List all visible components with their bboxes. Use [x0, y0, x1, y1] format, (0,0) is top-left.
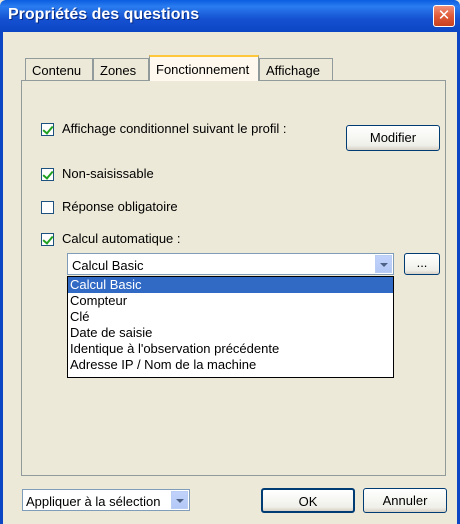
close-icon: ✕ — [437, 6, 451, 24]
dropdown-option[interactable]: Clé — [68, 309, 393, 325]
cancel-button-label: Annuler — [382, 493, 428, 508]
title-bar: Propriétés des questions ✕ — [0, 0, 460, 32]
required-label: Réponse obligatoire — [62, 199, 178, 214]
modify-button-label: Modifier — [369, 130, 417, 145]
calc-type-dropdown-list: Calcul Basic Compteur Clé Date de saisie… — [67, 276, 394, 378]
tab-label: Zones — [100, 63, 137, 78]
read-only-label: Non-saisissable — [62, 166, 154, 181]
tab-contenu[interactable]: Contenu — [25, 58, 93, 80]
calc-type-combo[interactable]: Calcul Basic — [67, 253, 394, 275]
conditional-display-checkbox[interactable] — [41, 123, 54, 136]
apply-scope-value: Appliquer à la sélection — [26, 494, 161, 509]
chevron-down-icon[interactable] — [375, 255, 392, 273]
chevron-down-icon[interactable] — [171, 491, 188, 509]
ellipsis-button[interactable]: ... — [404, 253, 440, 275]
tab-label: Fonctionnement — [156, 62, 250, 77]
tab-zones[interactable]: Zones — [93, 58, 149, 80]
ok-button-label: OK — [298, 494, 318, 509]
dropdown-option[interactable]: Identique à l'observation précédente — [68, 341, 393, 357]
modify-button[interactable]: Modifier — [346, 125, 440, 151]
dropdown-option[interactable]: Date de saisie — [68, 325, 393, 341]
auto-calc-checkbox[interactable] — [41, 233, 54, 246]
dropdown-option[interactable]: Adresse IP / Nom de la machine — [68, 357, 393, 373]
calc-type-value: Calcul Basic — [72, 258, 144, 273]
ellipsis-label: ... — [416, 255, 428, 270]
cancel-button[interactable]: Annuler — [363, 488, 447, 513]
required-checkbox[interactable] — [41, 201, 54, 214]
conditional-display-label: Affichage conditionnel suivant le profil… — [62, 121, 287, 136]
tab-affichage[interactable]: Affichage — [259, 58, 333, 80]
close-button[interactable]: ✕ — [433, 5, 455, 27]
ok-button[interactable]: OK — [261, 488, 355, 513]
dropdown-option[interactable]: Calcul Basic — [68, 277, 393, 293]
read-only-checkbox[interactable] — [41, 168, 54, 181]
dropdown-option[interactable]: Compteur — [68, 293, 393, 309]
window-title: Propriétés des questions — [8, 6, 200, 23]
tab-fonctionnement[interactable]: Fonctionnement — [149, 55, 259, 81]
auto-calc-label: Calcul automatique : — [62, 231, 181, 246]
apply-scope-combo[interactable]: Appliquer à la sélection — [22, 489, 190, 511]
tab-label: Contenu — [32, 63, 82, 78]
tab-label: Affichage — [266, 63, 320, 78]
